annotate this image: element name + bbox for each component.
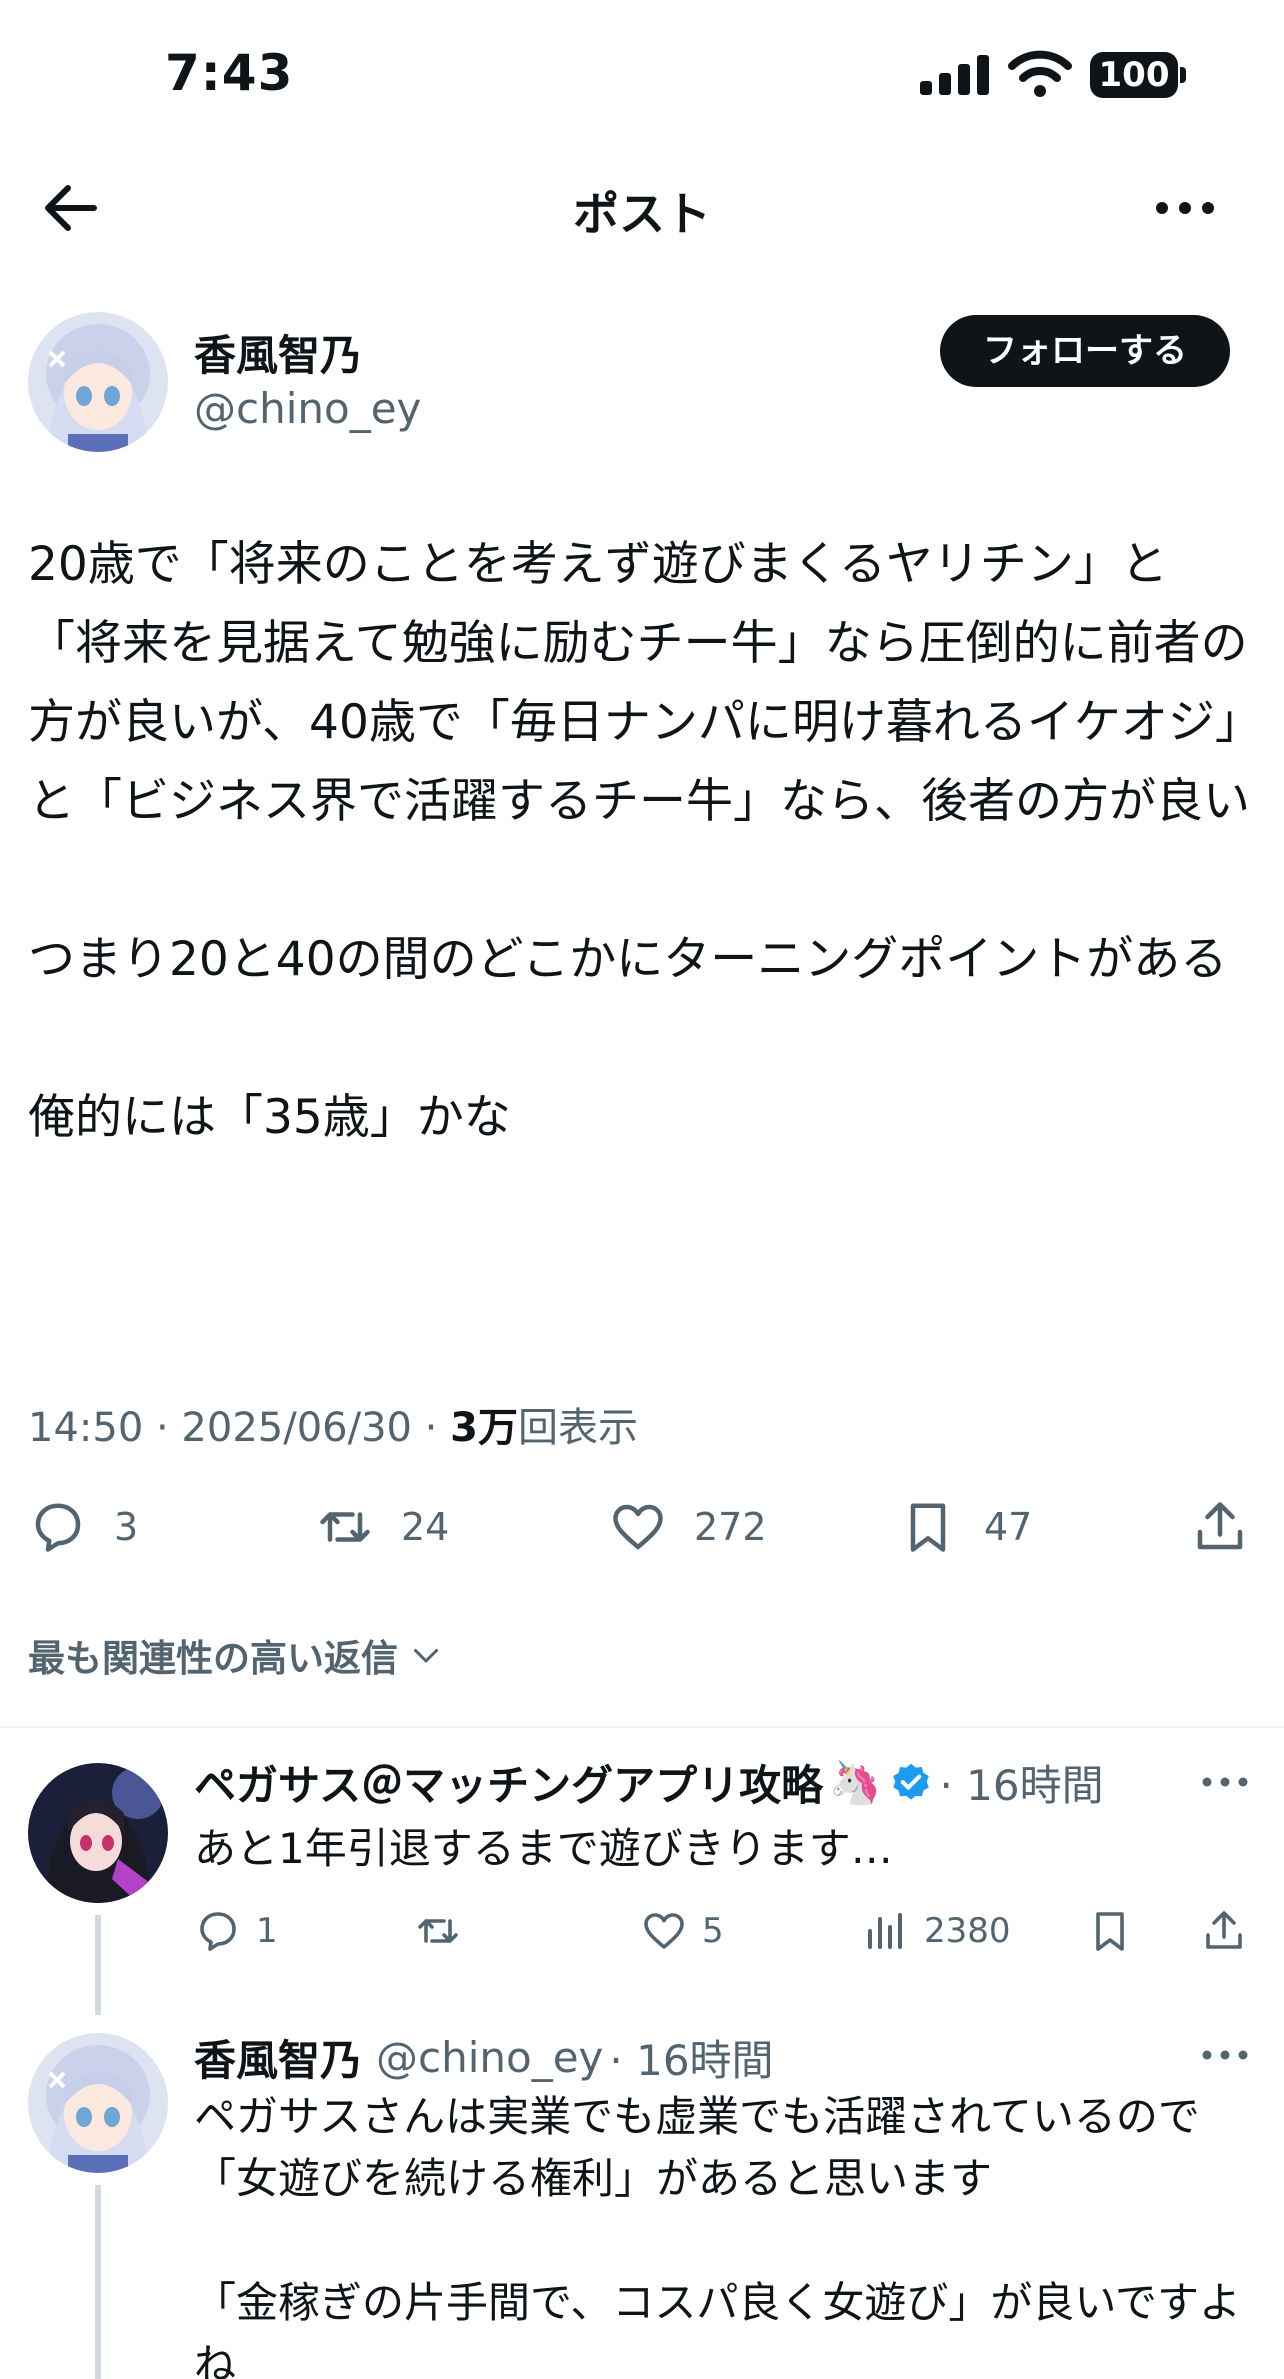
reply-bookmark-button[interactable]	[1086, 1903, 1148, 1959]
heart-icon	[613, 1504, 663, 1550]
share-button[interactable]	[1190, 1495, 1250, 1559]
reply-author-name[interactable]: ペガサス＠マッチングアプリ攻略	[194, 1752, 823, 1813]
heart-icon	[644, 1913, 684, 1949]
reply-author-handle[interactable]: @chino_ey	[376, 2033, 603, 2082]
reply-more-icon[interactable]	[1200, 2045, 1250, 2065]
reply-time: · 16時間	[939, 1761, 1104, 1810]
reply-sort-dropdown[interactable]: 最も関連性の高い返信	[28, 1628, 444, 1682]
follow-button[interactable]: フォローする	[940, 315, 1230, 387]
reply-author-name[interactable]: 香風智乃	[194, 2027, 362, 2088]
page: 7:43 100 ポスト 香風智乃 @chino_ey フォローする 20歳で「…	[0, 0, 1284, 2379]
chevron-down-icon	[414, 1649, 438, 1663]
post-text: 20歳で「将来のことを考えず遊びまくるヤリチン」と「将来を見据えて勉強に励むチー…	[28, 537, 1250, 1145]
reply-count: 3	[114, 1505, 139, 1549]
reply-icon	[200, 1912, 236, 1951]
like-count: 272	[694, 1505, 767, 1549]
repost-icon	[320, 1512, 370, 1542]
repost-button[interactable]: 24	[315, 1495, 449, 1559]
reply-button[interactable]: 3	[28, 1495, 138, 1559]
page-title: ポスト	[573, 187, 711, 241]
more-options-icon[interactable]	[1150, 180, 1220, 236]
reply-reply-count: 1	[256, 1911, 278, 1951]
battery-level: 100	[1098, 55, 1170, 95]
battery-icon: 100	[1090, 52, 1186, 98]
reply-more-icon[interactable]	[1200, 1772, 1250, 1792]
status-time: 7:43	[165, 44, 294, 102]
divider	[0, 1726, 1284, 1728]
reply-reply-button[interactable]: 1	[194, 1903, 278, 1959]
reply-header: ペガサス＠マッチングアプリ攻略 🦄 · 16時間	[194, 1752, 1104, 1813]
repost-icon	[418, 1919, 458, 1943]
bookmark-count: 47	[984, 1505, 1033, 1549]
reply-like-count: 5	[702, 1911, 724, 1951]
post-meta: 14:50 · 2025/06/30 · 3万回表示	[28, 1395, 638, 1453]
thread-line	[95, 2185, 101, 2379]
reply-sort-label: 最も関連性の高い返信	[28, 1637, 398, 1680]
header: ポスト	[0, 150, 1284, 265]
reply-avatar[interactable]	[28, 2033, 168, 2173]
bookmark-button[interactable]: 47	[898, 1495, 1032, 1559]
post-timestamp: 14:50 · 2025/06/30 ·	[28, 1405, 451, 1451]
share-icon	[1206, 1911, 1242, 1949]
cellular-signal-icon	[920, 55, 989, 95]
view-label: 回表示	[517, 1405, 638, 1451]
reply-view-count: 2380	[924, 1911, 1011, 1951]
reply-header: 香風智乃 @chino_ey · 16時間	[194, 2027, 774, 2088]
analytics-icon	[868, 1913, 902, 1949]
author-name[interactable]: 香風智乃	[194, 322, 362, 383]
reply-avatar[interactable]	[28, 1763, 168, 1903]
reply-icon	[35, 1503, 81, 1552]
verified-badge-icon	[893, 1763, 930, 1800]
reply-text: あと1年引退するまで遊びきります…	[194, 1824, 893, 1873]
reply-views-button[interactable]: 2380	[862, 1903, 1011, 1959]
reply-share-button[interactable]	[1200, 1903, 1248, 1959]
status-bar: 7:43 100	[0, 0, 1284, 150]
author-avatar[interactable]	[28, 312, 168, 452]
reply-time: · 16時間	[609, 2036, 774, 2085]
thread-line	[95, 1915, 101, 2015]
reply-text: ペガサスさんは実業でも虚業でも活躍されているので「女遊びを続ける権利」があると思…	[194, 2092, 1242, 2379]
repost-count: 24	[401, 1505, 450, 1549]
reply-repost-button[interactable]	[414, 1903, 476, 1959]
reply-author-emoji: 🦄	[829, 1757, 882, 1807]
like-button[interactable]: 272	[608, 1495, 767, 1559]
share-icon	[1197, 1502, 1243, 1550]
bookmark-icon	[1096, 1912, 1124, 1951]
bookmark-icon	[910, 1503, 946, 1552]
author-handle[interactable]: @chino_ey	[194, 384, 421, 433]
wifi-icon	[1008, 50, 1072, 97]
reply-like-button[interactable]: 5	[640, 1903, 724, 1959]
view-count: 3万	[450, 1405, 518, 1451]
